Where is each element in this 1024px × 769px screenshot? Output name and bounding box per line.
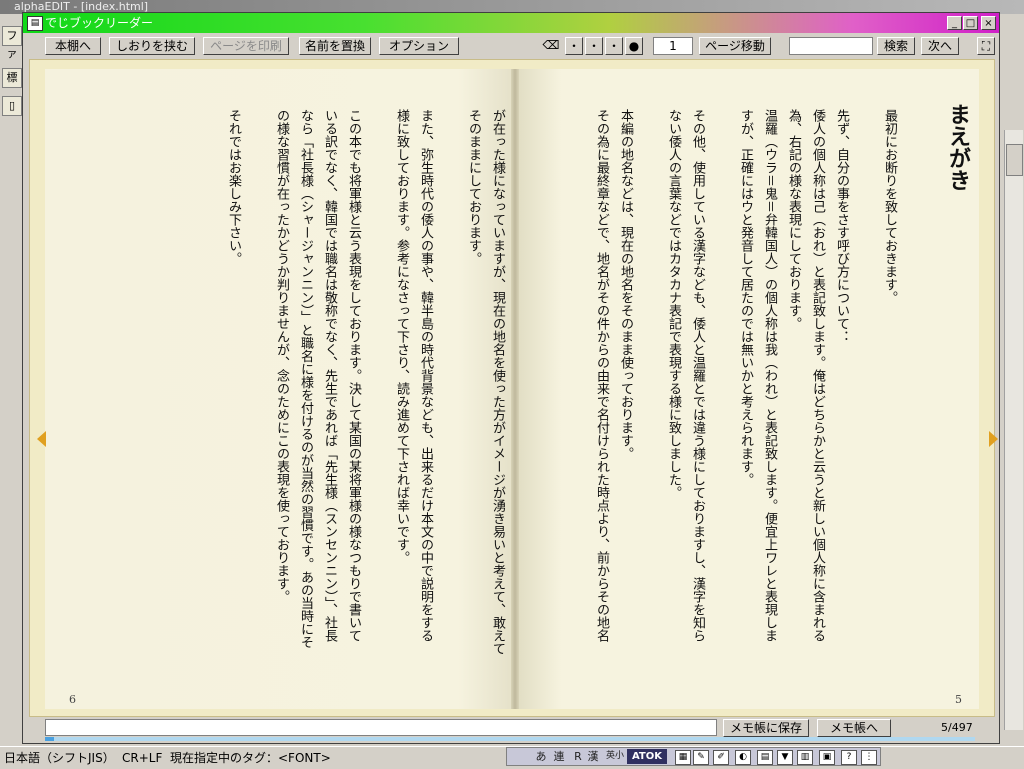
text-line: この本でも将軍様と云う表現をしております。決して某国の某将軍様の様なつもりで書い… — [346, 109, 361, 642]
text-line: ない倭人の言葉などではカタカナ表記で表現する様に致しました。 — [666, 109, 681, 499]
font-size-large-button[interactable]: ・ — [605, 37, 623, 55]
bookshelf-button[interactable]: 本棚へ — [45, 37, 101, 55]
text-line: なら「社長様（シャージャンニン）」と職名に様を付けるのが当然の習慣です。あの当時… — [298, 109, 313, 649]
page-number-input[interactable]: 1 — [653, 37, 693, 55]
text-line: の様な習慣が在ったかどうか判りませんが、念のためにこの表現を使っております。 — [274, 109, 289, 603]
help-icon[interactable]: ? — [841, 750, 857, 765]
search-input[interactable] — [789, 37, 873, 55]
go-page-button[interactable]: ページ移動 — [699, 37, 771, 55]
reader-toolbar: 本棚へ しおりを挟む ページを印刷 名前を置換 オプション ⌫ ・ ・ ・ ● … — [23, 33, 999, 59]
print-page-button[interactable]: ページを印刷 — [203, 37, 289, 55]
text-line: それではお楽しみ下さい。 — [226, 109, 241, 265]
background-tool-button[interactable]: 標 — [2, 68, 22, 88]
app-icon[interactable]: ▤ — [27, 16, 43, 31]
shield-icon[interactable]: ▼ — [777, 750, 793, 765]
maximize-button[interactable]: □ — [963, 16, 978, 30]
book-spread: が在った様になっていますが、現在の地名を使った方がイメージが湧き易いと考えて、敢… — [29, 59, 998, 717]
text-line: すが、正確にはウと発音して居たのでは無いかと考えられます。 — [738, 109, 753, 486]
to-memo-button[interactable]: メモ帳へ — [817, 719, 891, 737]
memo-input[interactable] — [45, 719, 717, 736]
background-menu-file[interactable]: ファ — [2, 26, 22, 60]
background-editor-sidebar: ファ 標 ▯ — [0, 14, 24, 744]
fullscreen-icon[interactable]: ⛶ — [977, 37, 995, 55]
ime-hiragana[interactable]: あ — [533, 749, 549, 764]
encoding-status: 日本語（シフトJIS） — [4, 751, 115, 765]
minimize-button[interactable]: _ — [947, 16, 962, 30]
arrow-left-icon[interactable] — [37, 431, 46, 447]
page-title: まえがき — [945, 103, 970, 191]
bookmark-button[interactable]: しおりを挟む — [109, 37, 195, 55]
search-button[interactable]: 検索 — [877, 37, 915, 55]
text-line: 先ず、自分の事をさす呼び方について： — [834, 109, 849, 343]
ime-tool-icon[interactable]: ▦ — [675, 750, 691, 765]
line-ending-status: CR+LF — [122, 751, 163, 765]
ime-kanji[interactable]: 漢 — [585, 749, 601, 764]
ime-roman[interactable]: R — [571, 749, 585, 764]
text-line: 本編の地名などは、現在の地名をそのまま使っております。 — [618, 109, 633, 460]
left-page: が在った様になっていますが、現在の地名を使った方がイメージが湧き易いと考えて、敢… — [45, 69, 515, 709]
eraser-icon[interactable]: ⌫ — [541, 37, 561, 55]
reader-titlebar: ▤ でじブックリーダー _ □ × — [23, 13, 999, 33]
book-icon[interactable]: ▥ — [797, 750, 813, 765]
text-line: が在った様になっていますが、現在の地名を使った方がイメージが湧き易いと考えて、敢… — [490, 109, 505, 655]
save-memo-button[interactable]: メモ帳に保存 — [723, 719, 809, 737]
more-icon[interactable]: ⋮ — [861, 750, 877, 765]
replace-name-button[interactable]: 名前を置換 — [299, 37, 371, 55]
text-line: そのままにしております。 — [466, 109, 481, 265]
pen-icon[interactable]: ✎ — [693, 750, 709, 765]
text-line: 様に致しております。参考になさって下さり、読み進めて下されば幸いです。 — [394, 109, 409, 564]
text-line: その為に最終章などで、地名がその件からの由来で名付けられた時点より、前からその地… — [594, 109, 609, 642]
window-title: でじブックリーダー — [45, 16, 154, 30]
page-count: 5/497 — [941, 721, 973, 734]
text-line: いる訳でなく、韓国では職名は敬称でなく、先生であれば「先生様（スンセンニン）」、… — [322, 109, 337, 642]
ime-toolbar: あ 連 R 漢 英小 ATOK ▦ ✎ ✐ ◐ ▤ ▼ ▥ ▣ ? ⋮ — [506, 747, 881, 766]
background-scrollbar[interactable] — [1004, 130, 1023, 730]
next-button[interactable]: 次へ — [921, 37, 959, 55]
text-line: その他、使用している漢字なども、倭人と温羅とでは違う様にしておりますし、漢字を知… — [690, 109, 705, 642]
ime-renbun[interactable]: 連 — [551, 749, 567, 764]
font-size-small-button[interactable]: ・ — [565, 37, 583, 55]
reader-window: ▤ でじブックリーダー _ □ × 本棚へ しおりを挟む ページを印刷 名前を置… — [22, 12, 1000, 744]
options-button[interactable]: オプション — [379, 37, 459, 55]
text-line: 最初にお断りを致しておきます。 — [882, 109, 897, 304]
right-page: まえがき 最初にお断りを致しておきます。 先ず、自分の事をさす呼び方について： … — [515, 69, 979, 709]
atok-logo[interactable]: ATOK — [627, 749, 667, 764]
window-icon[interactable]: ▣ — [819, 750, 835, 765]
text-line: 倭人の個人称は己（おれ）と表記致します。俺はどちらかと云うと新しい個人称に含まれ… — [810, 109, 825, 642]
dictionary-icon[interactable]: ▤ — [757, 750, 773, 765]
reading-progress-bar — [45, 737, 975, 741]
right-page-number: 5 — [955, 693, 962, 706]
text-line: 温羅（ウラ＝鬼＝弁韓国人）の個人称は我（われ）と表記致します。便宜上ワレと表現し… — [762, 109, 777, 642]
close-button[interactable]: × — [981, 16, 996, 30]
reading-progress-fill — [45, 737, 55, 741]
arrow-right-icon[interactable] — [989, 431, 998, 447]
font-size-medium-button[interactable]: ・ — [585, 37, 603, 55]
edit-icon[interactable]: ✐ — [713, 750, 729, 765]
font-size-xlarge-button[interactable]: ● — [625, 37, 643, 55]
text-line: 為、右記の様な表現にしております。 — [786, 109, 801, 330]
current-tag-status: 現在指定中のタグ：<FONT> — [170, 751, 331, 765]
text-line: また、弥生時代の倭人の事や、韓半島の時代背景なども、出来るだけ本文の中で説明をす… — [418, 109, 433, 642]
left-page-number: 6 — [69, 693, 76, 706]
book-gutter — [511, 69, 519, 709]
document-icon[interactable]: ▯ — [2, 96, 22, 116]
eraser-icon[interactable]: ◐ — [735, 750, 751, 765]
scrollbar-thumb[interactable] — [1006, 144, 1023, 176]
ime-eisho[interactable]: 英小 — [605, 749, 625, 764]
